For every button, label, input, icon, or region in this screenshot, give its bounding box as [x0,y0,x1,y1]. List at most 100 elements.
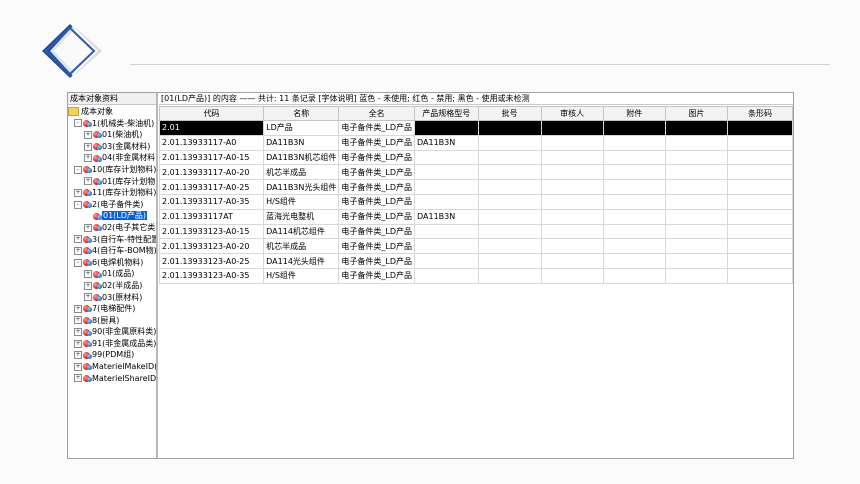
tree-item[interactable]: - 1(机械类-柴油机) [68,118,156,130]
column-header[interactable]: 批号 [477,106,542,121]
table-row[interactable]: 2.01.13933117-A0-25 DA11B3N光头组件 电子备件类_LD产品 [158,179,793,195]
expand-toggle-icon[interactable]: + [84,270,92,279]
object-tree: 成本对象 -1(机械类-柴油机) +01(柴油机) +03(金属材料) +04(非金属… [68,106,156,384]
table-row[interactable]: 2.01.13933117AT 蓝海光电整机 电子备件类_LD产品 DA11B3N [158,208,793,225]
collapse-toggle-icon[interactable]: - [74,200,82,209]
tree-item[interactable]: +02(半成品) [68,280,156,292]
expand-toggle-icon[interactable]: + [84,154,92,163]
node-icon [83,374,92,382]
expand-toggle-icon[interactable]: + [84,293,92,302]
node-icon [83,259,92,267]
table-cell [664,208,729,225]
expand-toggle-icon[interactable]: + [74,304,82,313]
tree-item[interactable]: +01(柴油机) [68,129,156,141]
table-row[interactable]: 2.01.13933123-A0-15 DA114机芯组件 电子备件类_LD产品 [158,223,793,240]
tree-item[interactable]: +11(库存计划物料) [68,187,156,199]
table-cell [727,134,793,151]
tree-item-label: 01(库存计划物 [102,176,156,186]
table-cell [602,134,666,151]
expand-toggle-icon[interactable]: + [74,316,82,325]
table-cell [540,208,604,225]
table-row[interactable]: 2.01.13933123-A0-25 DA114光头组件 电子备件类_LD产品 [158,253,793,269]
tree-item[interactable]: +01(成品) [68,268,156,280]
column-header[interactable]: 图片 [664,106,729,121]
expand-toggle-icon[interactable]: + [84,223,92,232]
table-row[interactable]: 2.01.13933117-A0-35 H/S组件 电子备件类_LD产品 [158,193,793,210]
table-row[interactable]: 2.01.13933117-A0-15 DA11B3N机芯组件 电子备件类_LD产品 [158,149,793,166]
tree-item[interactable]: +03(原材料) [68,292,156,304]
node-icon [93,293,102,301]
node-icon [93,131,102,139]
table-cell [477,149,542,166]
expand-toggle-icon[interactable]: + [74,362,82,371]
expand-toggle-icon[interactable]: + [74,188,82,197]
table-row[interactable]: 2.01.13933123-A0-20 机芯半成品 电子备件类_LD产品 [158,238,793,255]
expand-toggle-icon[interactable]: + [74,374,82,383]
table-cell [664,193,729,210]
table-row[interactable]: 2.01 LD产品 电子备件类_LD产品 [158,120,793,136]
tree-item-label: 1(机械类-柴油机) [92,118,155,128]
table-row[interactable]: 2.01.13933117-A0 DA11B3N 电子备件类_LD产品 DA11B3N [158,134,793,151]
tree-item[interactable]: +91(非金属成品类) [68,338,156,350]
tree-item[interactable]: - 6(电焊机物料) [68,257,156,269]
tree-item-label: MaterielShareID(共 [92,373,157,383]
tree-item[interactable]: +02(电子其它类 [68,222,156,234]
tree-item-label: 2(电子备件类) [92,199,144,209]
tree-item[interactable]: +03(金属材料) [68,141,156,153]
table-cell [540,238,604,255]
tree-item-label: 03(金属材料) [102,141,151,151]
tree-item[interactable]: +01(库存计划物 [68,176,156,188]
collapse-toggle-icon[interactable]: - [74,165,82,174]
node-icon [93,282,102,290]
collapse-toggle-icon[interactable]: - [74,258,82,267]
grid-header-row: 代码 名称 全名 产品规格型号 批号 审核人 附件 图片 条形码 [158,106,793,121]
table-cell [414,223,479,240]
table-row[interactable]: 2.01.13933123-A0-35 H/S组件 电子备件类_LD产品 [158,267,793,284]
expand-toggle-icon[interactable]: + [84,142,92,151]
tree-item[interactable]: - 10(库存计划物料) [68,164,156,176]
expand-toggle-icon[interactable]: + [74,339,82,348]
node-icon [93,212,102,220]
tree-item[interactable]: +3(自行车-特性配置 [68,234,156,246]
tree-item[interactable]: +7(电梯配件) [68,303,156,315]
table-cell [602,208,666,225]
tree-item[interactable]: + MaterielMakeID(标 [68,361,156,373]
table-cell [727,164,793,181]
tree-item[interactable]: +90(非金属原料类) [68,326,156,338]
tree-item[interactable]: +8(厨具) [68,315,156,327]
table-row[interactable]: 2.01.13933117-A0-20 机芯半成品 电子备件类_LD产品 [158,164,793,181]
tree-pane-title: 成本对象资料 [68,93,156,105]
expand-toggle-icon[interactable]: + [84,281,92,290]
tree-item-label: 02(半成品) [102,280,143,290]
column-header[interactable]: 名称 [263,106,340,121]
table-cell [477,134,542,151]
column-header[interactable]: 条形码 [727,106,793,121]
expand-toggle-icon[interactable]: + [84,177,92,186]
tree-item[interactable]: + MaterielShareID(共 [68,373,156,385]
tree-item[interactable]: +04(非金属材料) [68,152,156,164]
column-header[interactable]: 附件 [602,106,666,121]
tree-item[interactable]: - 2(电子备件类) [68,199,156,211]
tree-item[interactable]: 01(LD产品) [68,210,156,222]
tree-item-label: 02(电子其它类 [102,222,156,232]
tree-item[interactable]: +99(PDM组) [68,349,156,361]
column-header[interactable]: 全名 [338,106,415,121]
table-cell: 电子备件类_LD产品 [338,238,415,255]
node-icon [83,235,92,243]
tree-item-label: MaterielMakeID(标 [92,362,158,372]
table-cell: 2.01.13933117-A0-20 [158,164,265,181]
node-icon [93,224,102,232]
column-header[interactable]: 产品规格型号 [414,106,479,121]
table-cell: H/S组件 [263,193,340,210]
table-cell [602,238,666,255]
expand-toggle-icon[interactable]: + [74,235,82,244]
collapse-toggle-icon[interactable]: - [74,119,82,128]
column-header[interactable]: 审核人 [540,106,604,121]
tree-item[interactable]: +4(自行车-BOM物) [68,245,156,257]
expand-toggle-icon[interactable]: + [74,351,82,360]
expand-toggle-icon[interactable]: + [84,130,92,139]
tree-root[interactable]: 成本对象 [68,106,156,118]
expand-toggle-icon[interactable]: + [74,246,82,255]
column-header[interactable]: 代码 [158,106,265,121]
expand-toggle-icon[interactable]: + [74,328,82,337]
